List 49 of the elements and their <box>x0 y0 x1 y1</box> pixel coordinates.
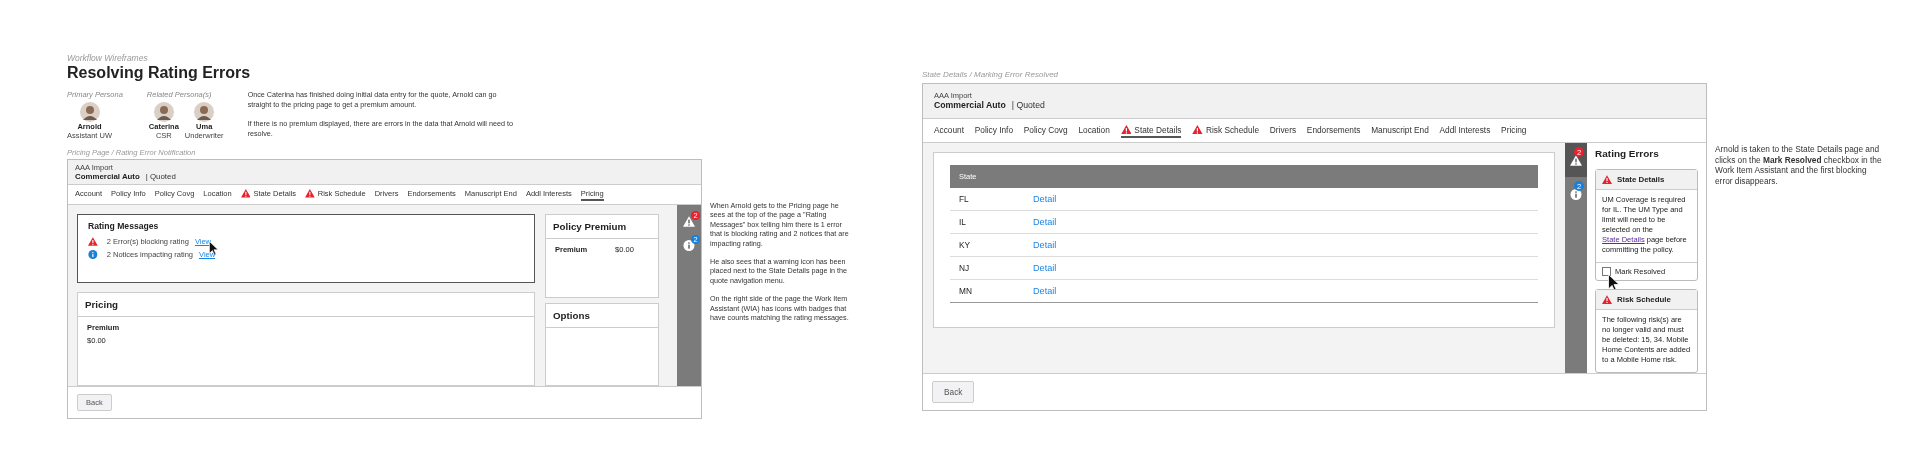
warning-icon <box>1192 124 1203 135</box>
detail-link[interactable]: Detail <box>1033 286 1057 296</box>
page-title: Resolving Rating Errors <box>67 64 251 82</box>
table-cell-text: NJ <box>959 263 971 273</box>
detail-link[interactable]: Detail <box>1033 263 1057 273</box>
product-name: Commercial Auto <box>934 100 1006 110</box>
nav-tab[interactable]: Manuscript End <box>1371 123 1429 138</box>
avatar-icon <box>194 102 215 122</box>
warning-icon <box>88 237 98 246</box>
nav-tab[interactable]: Endorsements <box>1306 123 1361 138</box>
warning-icon <box>1602 175 1613 184</box>
nav-tab[interactable]: Risk Schedule <box>1192 123 1259 138</box>
table-cell-text: FL <box>959 194 970 204</box>
nav-tab[interactable]: Pricing <box>1501 123 1527 138</box>
info-icon <box>683 239 695 251</box>
table-cell-text: IL <box>959 217 967 227</box>
detail-link[interactable]: Detail <box>1033 240 1057 250</box>
nav-tab[interactable]: Policy Info <box>974 123 1014 138</box>
nav-tab[interactable]: Location <box>1078 123 1110 138</box>
warning-icon <box>1602 295 1613 304</box>
nav-tab[interactable]: Drivers <box>1269 123 1297 138</box>
card-title: Rating Messages <box>88 221 159 231</box>
warning-icon <box>683 215 695 227</box>
warning-icon <box>304 189 315 198</box>
info-icon <box>88 250 98 259</box>
table-cell-text: KY <box>959 240 972 250</box>
policy-status: | Quoted <box>1011 100 1045 110</box>
warning-icon <box>1120 124 1132 135</box>
checkbox[interactable] <box>1602 267 1612 276</box>
warning-icon <box>1570 154 1583 166</box>
section-label: Workflow Wireframes <box>67 53 148 63</box>
screen-caption: State Details / Marking Error Resolved <box>922 70 1059 79</box>
panel-title: Rating Errors <box>1595 148 1659 159</box>
avatar-icon <box>153 102 174 122</box>
info-icon <box>1570 188 1583 200</box>
nav-tab[interactable]: State Details <box>1120 123 1182 138</box>
annotation-text: Arnold is taken to the State Details page and clicks on the Mark Resolved checkbox in the Work Item Assistant and the first blocking error disappears. <box>1715 144 1883 186</box>
detail-link[interactable]: Detail <box>1033 194 1057 204</box>
avatar-icon <box>79 102 100 122</box>
back-button[interactable]: Back <box>932 381 975 403</box>
detail-link[interactable]: Detail <box>1033 217 1057 227</box>
card-title: Pricing <box>78 292 534 317</box>
card-title: Options <box>546 303 658 328</box>
nav-tab[interactable]: Addl Interests <box>1439 123 1491 138</box>
nav-tab[interactable]: Account <box>934 123 964 138</box>
nav-tab[interactable]: Policy Covg <box>1023 123 1068 138</box>
table-cell-text: MN <box>959 286 973 296</box>
warning-icon <box>240 189 251 198</box>
card-title: Policy Premium <box>546 215 658 239</box>
